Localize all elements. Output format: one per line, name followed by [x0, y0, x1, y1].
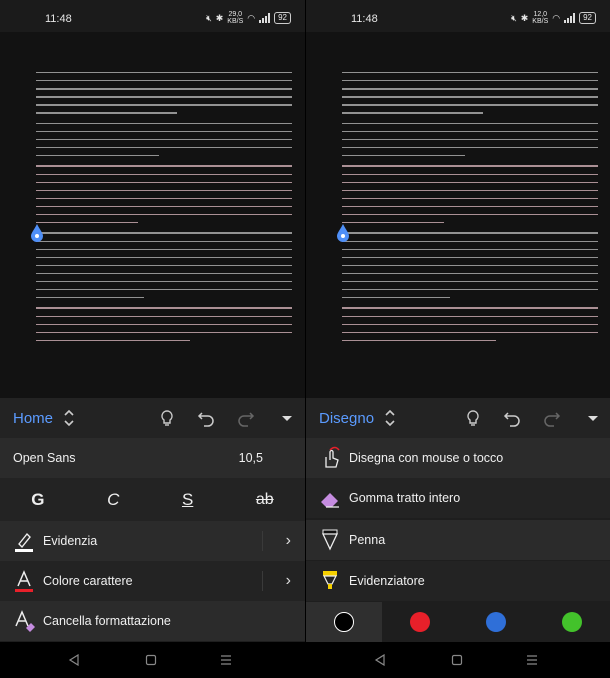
home-icon[interactable] [145, 654, 157, 666]
status-icons: 🔇︎ ✱ 12,0 KB/S ◠ 92 [511, 11, 596, 25]
menu-item-colore-carattere[interactable]: Colore carattere › [0, 561, 305, 601]
screen-disegno: 11:48 🔇︎ ✱ 12,0 KB/S ◠ 92 Disegno Disegna… [305, 0, 610, 678]
pen-icon [321, 529, 339, 551]
menu-item-label: Evidenziatore [349, 574, 425, 588]
clock: 11:48 [351, 13, 378, 25]
lightbulb-icon[interactable] [157, 408, 177, 428]
signal-icon [564, 13, 576, 23]
color-palette [306, 602, 610, 642]
chevron-right-icon[interactable]: › [286, 532, 291, 550]
color-swatch-blue[interactable] [458, 602, 534, 642]
highlighter-pen-icon [15, 532, 33, 552]
ribbon-toolbar: Home [0, 398, 305, 438]
chevron-updown-icon[interactable] [63, 409, 75, 427]
wifi-icon: ◠ [552, 12, 561, 23]
cursor-handle-icon[interactable] [337, 224, 349, 242]
lightbulb-icon[interactable] [463, 408, 483, 428]
font-color-icon [15, 570, 33, 592]
network-speed: 12,0 KB/S [532, 11, 549, 25]
ribbon-tab-selector[interactable]: Disegno [319, 410, 374, 427]
recents-icon[interactable] [526, 654, 538, 666]
menu-item-label: Penna [349, 533, 386, 547]
home-icon[interactable] [451, 654, 463, 666]
underline-button[interactable]: S [182, 490, 193, 510]
menu-item-label: Colore carattere [43, 574, 133, 588]
document-canvas[interactable] [0, 32, 305, 398]
wifi-icon: ◠ [247, 12, 256, 23]
color-swatch-black[interactable] [306, 602, 382, 642]
mute-icon: 🔇︎ [511, 12, 517, 23]
back-icon[interactable] [68, 654, 80, 666]
eraser-icon [321, 493, 339, 508]
back-icon[interactable] [374, 654, 386, 666]
menu-item-evidenzia[interactable]: Evidenzia › [0, 521, 305, 561]
menu-item-label: Evidenzia [43, 534, 98, 548]
strikethrough-button[interactable]: ab [256, 491, 274, 509]
mute-icon: 🔇︎ [206, 12, 212, 23]
clear-formatting-icon [15, 610, 35, 632]
dropdown-arrow-icon[interactable] [277, 408, 297, 428]
menu-item-label: Gomma tratto intero [349, 491, 461, 505]
redo-icon[interactable] [236, 408, 256, 428]
document-text[interactable] [36, 72, 292, 350]
bluetooth-icon: ✱ [215, 12, 224, 23]
menu-item-disegna-touch[interactable]: Disegna con mouse o tocco [306, 438, 610, 478]
font-row[interactable]: Open Sans 10,5 [0, 438, 305, 478]
highlighter-icon [323, 571, 337, 589]
italic-button[interactable]: C [107, 490, 119, 510]
clock: 11:48 [45, 13, 72, 25]
redo-icon[interactable] [542, 408, 562, 428]
recents-icon[interactable] [220, 654, 232, 666]
format-buttons: G C S ab [0, 478, 305, 521]
battery-icon: 92 [579, 12, 596, 24]
chevron-updown-icon[interactable] [384, 409, 396, 427]
menu-item-label: Disegna con mouse o tocco [349, 451, 504, 465]
status-bar: 11:48 🔇︎ ✱ 29,0 KB/S ◠ 92 [0, 0, 305, 32]
undo-icon[interactable] [196, 408, 216, 428]
chevron-right-icon[interactable]: › [286, 572, 291, 590]
dropdown-arrow-icon[interactable] [583, 408, 603, 428]
menu-item-evidenziatore[interactable]: Evidenziatore [306, 561, 610, 601]
android-nav-bar [0, 642, 305, 678]
ribbon-toolbar: Disegno [306, 398, 610, 438]
status-bar: 11:48 🔇︎ ✱ 12,0 KB/S ◠ 92 [306, 0, 610, 32]
color-swatch-green[interactable] [534, 602, 610, 642]
status-icons: 🔇︎ ✱ 29,0 KB/S ◠ 92 [206, 11, 291, 25]
ribbon-tab-selector[interactable]: Home [13, 410, 53, 427]
network-speed: 29,0 KB/S [227, 11, 244, 25]
android-nav-bar [306, 642, 610, 678]
undo-icon[interactable] [502, 408, 522, 428]
cursor-handle-icon[interactable] [31, 224, 43, 242]
menu-item-label: Cancella formattazione [43, 614, 171, 628]
menu-item-penna[interactable]: Penna [306, 520, 610, 560]
touch-draw-icon [325, 446, 340, 468]
bluetooth-icon: ✱ [520, 12, 529, 23]
signal-icon [259, 13, 271, 23]
document-canvas[interactable] [306, 32, 610, 398]
battery-icon: 92 [274, 12, 291, 24]
screen-home: 11:48 🔇︎ ✱ 29,0 KB/S ◠ 92 Home Open Sans … [0, 0, 305, 678]
font-size[interactable]: 10,5 [239, 451, 263, 465]
bold-button[interactable]: G [31, 490, 44, 510]
menu-item-gomma[interactable]: Gomma tratto intero [306, 478, 610, 518]
font-name[interactable]: Open Sans [13, 451, 76, 465]
color-swatch-red[interactable] [382, 602, 458, 642]
menu-item-cancella-formattazione[interactable]: Cancella formattazione [0, 601, 305, 641]
document-text[interactable] [342, 72, 598, 350]
